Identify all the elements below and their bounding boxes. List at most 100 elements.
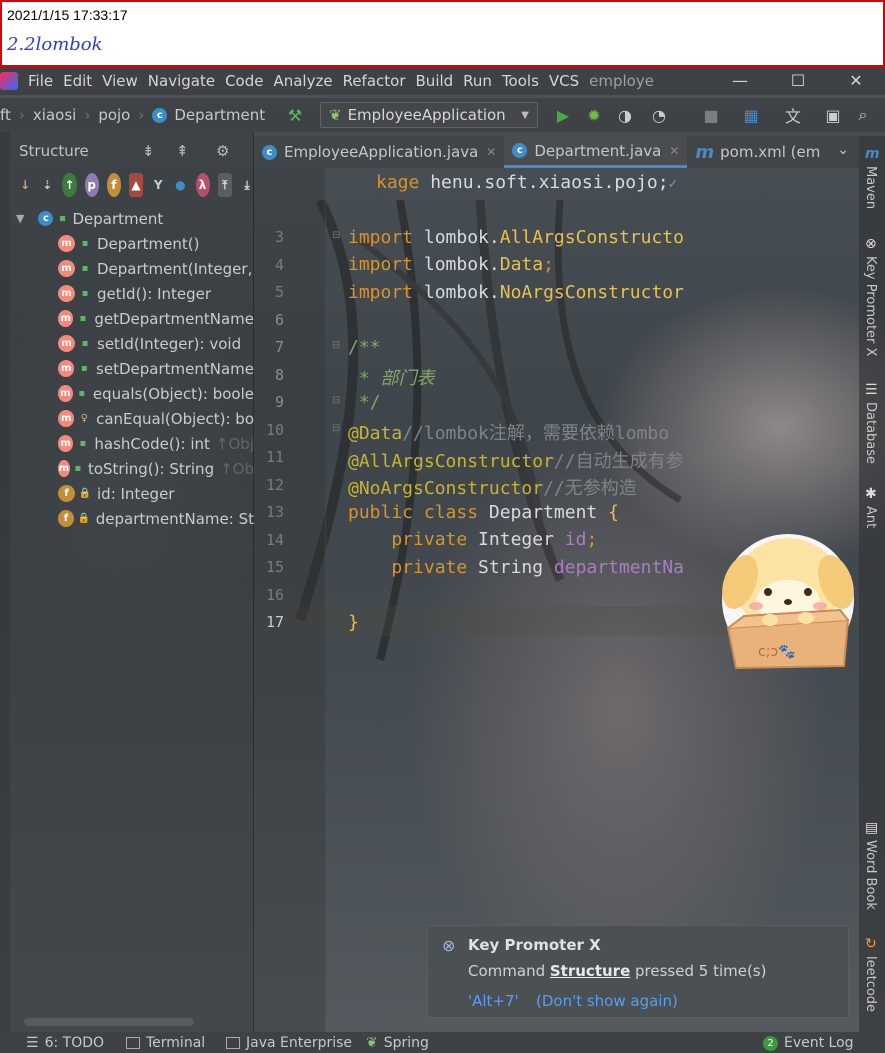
breadcrumb-item[interactable]: ft: [0, 106, 11, 124]
fold-marker-icon[interactable]: ⊟: [332, 340, 340, 351]
breadcrumb-item[interactable]: xiaosi: [33, 106, 76, 124]
build-hammer-icon[interactable]: ⚒: [284, 104, 306, 126]
tree-member-item[interactable]: m ▪ Department(): [10, 231, 254, 256]
terminal-tool-button[interactable]: Terminal: [126, 1035, 205, 1051]
menu-code[interactable]: Code: [225, 72, 263, 90]
navigation-bar: ft › xiaosi › pojo › c Department ⚒ ❦ Em…: [0, 98, 885, 132]
tree-member-item[interactable]: m ▪ hashCode(): int ↑Obj: [10, 431, 254, 456]
show-inherited-icon[interactable]: ↑: [62, 173, 77, 197]
tree-member-label: equals(Object): boole: [92, 384, 254, 403]
debug-bug-icon[interactable]: ✹: [583, 104, 605, 126]
code-line-5: import lombok.NoArgsConstructor: [348, 282, 684, 303]
show-lambdas-fork-icon[interactable]: Y: [151, 173, 165, 197]
tool-leetcode[interactable]: leetcode: [863, 956, 878, 1012]
translate-icon[interactable]: 文: [782, 104, 804, 126]
public-visibility-icon: ▪: [81, 263, 89, 274]
tree-member-item[interactable]: f 🔒 departmentName: St: [10, 506, 254, 531]
code-line-3: import lombok.AllArgsConstructo: [348, 227, 684, 248]
lambda-icon[interactable]: λ: [195, 173, 210, 197]
terminal-icon: [126, 1037, 140, 1049]
line-number: 9: [274, 393, 284, 411]
sort-by-visibility-icon[interactable]: ↓: [18, 173, 32, 197]
fold-marker-icon[interactable]: ⊟: [332, 230, 340, 241]
tab-pom-xml[interactable]: m pom.xml (em: [687, 136, 828, 168]
close-button[interactable]: ✕: [827, 67, 885, 95]
tab-department[interactable]: c Department.java ✕: [504, 136, 688, 168]
structure-tree: ▼ c ▪ Department m ▪ Department() m ▪ Departm…: [10, 206, 254, 531]
menu-tools[interactable]: Tools: [502, 72, 539, 90]
java-enterprise-tool-button[interactable]: Java Enterprise: [226, 1035, 352, 1051]
code-line-1: kage henu.soft.xiaosi.pojo;✓: [376, 172, 678, 193]
public-visibility-icon: ▪: [74, 463, 82, 474]
public-visibility-icon: ▪: [59, 213, 66, 224]
inherited-hint: ↑Ob: [220, 459, 254, 478]
show-fields-icon[interactable]: f: [106, 173, 121, 197]
tree-root-department[interactable]: ▼ c ▪ Department: [10, 206, 254, 231]
dont-show-again-link[interactable]: (Don't show again): [536, 992, 678, 1010]
notification-shortcut-link[interactable]: 'Alt+7': [468, 992, 519, 1010]
chevron-down-icon[interactable]: ⌄: [837, 142, 849, 158]
tree-member-item[interactable]: m ▪ getDepartmentName: [10, 306, 254, 331]
event-count-badge: 2: [763, 1035, 778, 1051]
menu-build[interactable]: Build: [416, 72, 454, 90]
breadcrumb-item[interactable]: Department: [174, 106, 265, 124]
stop-icon[interactable]: ■: [700, 104, 722, 126]
tool-word-book[interactable]: Word Book: [863, 840, 878, 910]
tool-ant[interactable]: Ant: [863, 506, 878, 528]
menu-analyze[interactable]: Analyze: [273, 72, 332, 90]
expand-arrow-icon[interactable]: ▼: [16, 212, 24, 225]
tree-member-item[interactable]: m ▪ equals(Object): boole: [10, 381, 254, 406]
tool-key-promoter[interactable]: Key Promoter X: [863, 256, 878, 356]
tree-member-item[interactable]: m ▪ getId(): Integer: [10, 281, 254, 306]
close-icon[interactable]: ✕: [486, 145, 496, 159]
breadcrumb-item[interactable]: pojo: [98, 106, 130, 124]
fold-marker-icon[interactable]: ⊟: [332, 423, 340, 434]
project-name: employe: [589, 72, 654, 90]
line-number: 10: [265, 420, 284, 439]
tool-maven[interactable]: Maven: [863, 166, 878, 209]
tool-database[interactable]: Database: [863, 402, 878, 464]
collapse-all-icon[interactable]: ⇞: [176, 142, 189, 160]
coverage-shield-icon[interactable]: ◑: [614, 104, 636, 126]
autoscroll-to-source-icon[interactable]: ⤒: [217, 173, 232, 197]
close-icon[interactable]: ✕: [669, 144, 679, 158]
minimize-button[interactable]: —: [711, 67, 769, 95]
run-configuration-select[interactable]: ❦ EmployeeApplication ▼: [320, 102, 538, 128]
menu-refactor[interactable]: Refactor: [343, 72, 406, 90]
todo-tool-button[interactable]: ☰ 6: TODO: [26, 1035, 104, 1051]
search-icon[interactable]: ⌕: [852, 104, 874, 126]
show-anonymous-icon[interactable]: ●: [173, 173, 187, 197]
horizontal-scrollbar[interactable]: [24, 1018, 194, 1026]
tree-member-item[interactable]: m ▪ toString(): String ↑Ob: [10, 456, 254, 481]
public-visibility-icon: ▪: [81, 288, 89, 299]
menu-edit[interactable]: Edit: [63, 72, 92, 90]
tree-member-item[interactable]: m ▪ setDepartmentName: [10, 356, 254, 381]
menu-file[interactable]: File: [28, 72, 53, 90]
project-structure-icon[interactable]: ▦: [740, 104, 762, 126]
notification-command[interactable]: Structure: [550, 962, 630, 980]
spring-tool-button[interactable]: ❦ Spring: [366, 1035, 429, 1051]
gear-icon[interactable]: ⚙: [216, 142, 229, 160]
show-non-public-icon[interactable]: ▲: [128, 173, 144, 197]
show-properties-icon[interactable]: p: [84, 173, 99, 197]
tree-member-item[interactable]: f 🔒 id: Integer: [10, 481, 254, 506]
menu-view[interactable]: View: [102, 72, 138, 90]
menu-navigate[interactable]: Navigate: [148, 72, 215, 90]
method-icon: m: [58, 335, 75, 352]
run-icon[interactable]: ▶: [552, 104, 574, 126]
tree-member-item[interactable]: m ▪ Department(Integer,: [10, 256, 254, 281]
fold-marker-icon[interactable]: ⊟: [332, 395, 340, 406]
menu-vcs[interactable]: VCS: [549, 72, 579, 90]
tab-employee-application[interactable]: c EmployeeApplication.java ✕: [254, 136, 504, 168]
profile-icon[interactable]: ◔: [648, 104, 670, 126]
tree-member-item[interactable]: m ▪ setId(Integer): void: [10, 331, 254, 356]
event-log-button[interactable]: 2 Event Log: [763, 1035, 854, 1051]
tree-member-item[interactable]: m ♀ canEqual(Object): bo: [10, 406, 254, 431]
expand-all-icon[interactable]: ⇟: [142, 142, 155, 160]
autoscroll-from-source-icon[interactable]: ⤓: [240, 173, 254, 197]
code-editor[interactable]: kage henu.soft.xiaosi.pojo;✓ import lomb…: [348, 168, 720, 648]
terminal-window-icon[interactable]: ▣: [822, 104, 844, 126]
menu-run[interactable]: Run: [463, 72, 492, 90]
sort-alphabetically-icon[interactable]: ⇣: [40, 173, 54, 197]
maximize-button[interactable]: ☐: [769, 67, 827, 95]
